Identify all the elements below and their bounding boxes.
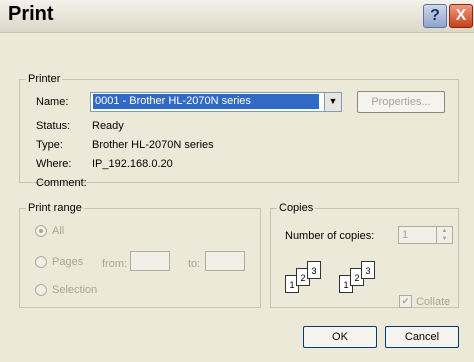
- to-label: to:: [188, 258, 201, 270]
- page-3-icon: 3: [307, 261, 321, 279]
- all-radio[interactable]: [35, 225, 47, 237]
- title-bar: Print ? X: [0, 0, 474, 33]
- pages-label: Pages: [52, 256, 84, 268]
- where-label: Where:: [36, 158, 72, 170]
- name-label: Name:: [36, 96, 69, 108]
- chevron-down-icon[interactable]: ▼: [324, 93, 341, 111]
- printer-group: Printer: [19, 73, 459, 183]
- close-button[interactable]: X: [449, 4, 473, 28]
- copies-spinner[interactable]: 1 ▲ ▼: [398, 226, 453, 244]
- from-label: from:: [102, 258, 128, 270]
- page-3b-icon: 3: [361, 261, 375, 279]
- comment-label: Comment:: [36, 177, 87, 189]
- status-label: Status:: [36, 120, 71, 132]
- collate-label: Collate: [416, 296, 451, 308]
- pages-radio[interactable]: [35, 256, 47, 268]
- copies-value: 1: [402, 229, 409, 241]
- from-input[interactable]: [130, 251, 170, 271]
- printer-select-value: 0001 - Brother HL-2070N series: [93, 94, 319, 109]
- printer-legend: Printer: [28, 73, 61, 85]
- spin-down-icon[interactable]: ▼: [437, 235, 452, 243]
- properties-button[interactable]: Properties...: [357, 91, 445, 113]
- to-input[interactable]: [205, 251, 245, 271]
- cancel-button[interactable]: Cancel: [385, 326, 459, 348]
- help-button[interactable]: ?: [423, 4, 447, 28]
- status-value: Ready: [92, 120, 124, 132]
- selection-label: Selection: [52, 284, 98, 296]
- print-range-legend: Print range: [28, 202, 82, 214]
- ok-button[interactable]: OK: [303, 326, 377, 348]
- selection-radio[interactable]: [35, 284, 47, 296]
- copies-legend: Copies: [279, 202, 314, 214]
- type-value: Brother HL-2070N series: [92, 139, 214, 151]
- all-label: All: [52, 225, 65, 237]
- where-value: IP_192.168.0.20: [92, 158, 173, 170]
- spin-up-icon[interactable]: ▲: [437, 227, 452, 235]
- collate-checkbox[interactable]: ✔: [399, 295, 412, 308]
- number-of-copies-label: Number of copies:: [285, 230, 375, 242]
- type-label: Type:: [36, 139, 63, 151]
- printer-select[interactable]: 0001 - Brother HL-2070N series ▼: [90, 92, 342, 112]
- window-title: Print: [8, 3, 54, 25]
